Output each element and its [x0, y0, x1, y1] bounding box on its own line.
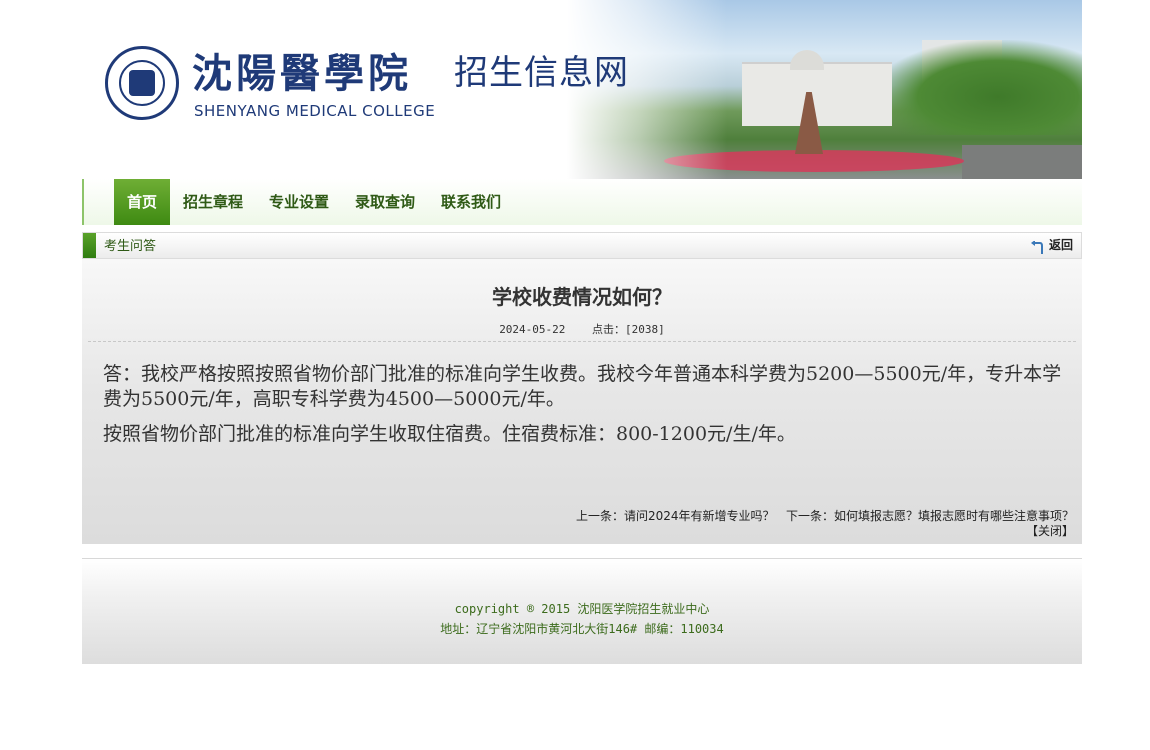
photo-trees: [872, 40, 1082, 135]
footer-copyright: copyright ® 2015 沈阳医学院招生就业中心: [454, 602, 710, 616]
section-marker: [83, 233, 96, 258]
nav-item-admission-query[interactable]: 录取查询: [342, 179, 428, 225]
prev-article-link[interactable]: 请问2024年有新增专业吗？: [624, 509, 775, 523]
photo-road: [962, 145, 1082, 179]
nav-item-majors[interactable]: 专业设置: [256, 179, 342, 225]
footer-address: 地址：辽宁省沈阳市黄河北大街146# 邮编：110034: [440, 622, 724, 636]
next-article-link[interactable]: 如何填报志愿？填报志愿时有哪些注意事项？: [834, 509, 1074, 523]
site-title: 招生信息网: [454, 53, 629, 93]
footer: copyright ® 2015 沈阳医学院招生就业中心 地址：辽宁省沈阳市黄河…: [82, 558, 1082, 664]
article-body: 答：我校严格按照按照省物价部门批准的标准向学生收费。我校今年普通本科学费为520…: [103, 362, 1063, 457]
article-date: 2024-05-22: [499, 323, 566, 336]
section-header: 考生问答 返回: [82, 232, 1082, 259]
close-button[interactable]: 【关闭】: [576, 524, 1074, 539]
article-hits: 点击：[2038]: [592, 323, 665, 336]
next-prefix: 下一条：: [785, 509, 834, 523]
back-arrow-icon: [1030, 239, 1043, 254]
college-seal-logo: [105, 46, 179, 120]
brand-name-en: SHENYANG MEDICAL COLLEGE: [194, 102, 436, 120]
article-pager: 上一条：请问2024年有新增专业吗？ 下一条：如何填报志愿？填报志愿时有哪些注意…: [576, 509, 1074, 539]
page: 沈陽醫學院 SHENYANG MEDICAL COLLEGE 招生信息网 首页 …: [82, 0, 1082, 664]
photo-building: [742, 62, 892, 126]
article-paragraph: 按照省物价部门批准的标准向学生收取住宿费。住宿费标准：800-1200元/生/年…: [103, 423, 796, 445]
prev-prefix: 上一条：: [575, 509, 624, 523]
back-label: 返回: [1048, 238, 1073, 252]
nav-item-home[interactable]: 首页: [114, 179, 171, 225]
nav-item-contact[interactable]: 联系我们: [428, 179, 514, 225]
divider: [88, 341, 1076, 342]
header-banner: 沈陽醫學院 SHENYANG MEDICAL COLLEGE 招生信息网: [82, 0, 1082, 179]
brand-name-cn: 沈陽醫學院: [192, 50, 412, 97]
nav-item-admission-rules[interactable]: 招生章程: [170, 179, 256, 225]
article-panel: 学校收费情况如何？ 2024-05-22 点击：[2038] 答：我校严格按照按…: [82, 259, 1082, 544]
main-nav: 首页 招生章程 专业设置 录取查询 联系我们: [82, 179, 1082, 225]
article-title: 学校收费情况如何？: [492, 285, 672, 309]
back-button[interactable]: 返回: [1030, 233, 1073, 258]
section-title: 考生问答: [104, 239, 157, 254]
article-meta: 2024-05-22 点击：[2038]: [82, 321, 1082, 337]
article-paragraph: 答：我校严格按照按照省物价部门批准的标准向学生收费。我校今年普通本科学费为520…: [103, 363, 1062, 410]
